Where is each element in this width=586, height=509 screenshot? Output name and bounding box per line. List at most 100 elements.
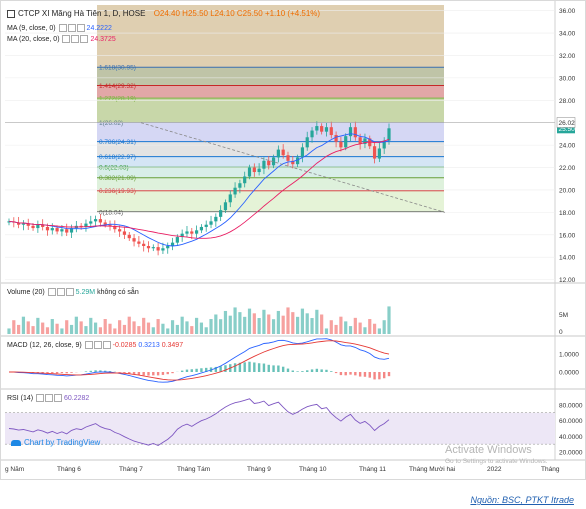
close-icon[interactable] [76, 24, 85, 32]
volume-bar [228, 315, 232, 334]
volume-bar [233, 307, 237, 334]
eye-icon[interactable] [58, 24, 67, 32]
candle-body [214, 216, 218, 222]
candle-body [50, 228, 54, 231]
macd-histogram-bar [248, 361, 251, 372]
time-axis-label: Tháng 11 [359, 466, 386, 473]
candle-body [209, 221, 213, 225]
price-tick-label: 12.00 [559, 277, 576, 284]
volume-bar [55, 323, 59, 334]
volume-bar [74, 316, 78, 334]
macd-label: MACD (12, 26, close, 9) [7, 341, 82, 349]
volume-bar [324, 328, 329, 334]
ohlc-low: L24.10 [210, 9, 235, 18]
candle-body [65, 229, 69, 233]
eye-icon[interactable] [36, 394, 45, 402]
ma20-legend[interactable]: MA (20, close, 0) 24.3725 [7, 35, 116, 43]
volume-axis-label: 5M [559, 312, 568, 319]
macd-histogram-bar [368, 372, 371, 378]
macd-histogram-bar [291, 370, 294, 372]
volume-bar [79, 321, 83, 334]
macd-histogram-bar [185, 369, 189, 372]
volume-bar [156, 319, 160, 334]
eye-icon[interactable] [84, 341, 93, 349]
fib-level-label: 1.414(29.32) [99, 83, 136, 90]
candle-body [300, 147, 305, 158]
close-icon[interactable] [102, 341, 111, 349]
source-caption[interactable]: Nguồn: BSC, PTKT Itrade [470, 495, 574, 505]
ma9-legend[interactable]: MA (9, close, 0) 24.2222 [7, 24, 112, 32]
chart-canvas[interactable]: 1.618(30.95) 1.414(29.32) 1.272(28.19) 1(26… [1, 1, 585, 479]
tradingview-logo-icon [11, 439, 21, 446]
price-tick-label: 16.00 [559, 232, 576, 239]
volume-bar [69, 324, 74, 334]
volume-bar [281, 315, 285, 334]
fib-level-label: 1(26.02) [99, 120, 123, 127]
volume-bar [329, 320, 333, 334]
volume-legend[interactable]: Volume (20) 5.29M không có sẵn [7, 288, 139, 296]
settings-icon[interactable] [71, 35, 80, 43]
tradingview-watermark[interactable]: Chart by TradingView [11, 438, 100, 447]
volume-bar [305, 313, 309, 334]
macd-histogram-bar [286, 368, 290, 372]
eye-icon[interactable] [62, 35, 71, 43]
candle-body [156, 247, 160, 251]
chart-frame[interactable]: 1.618(30.95) 1.414(29.32) 1.272(28.19) 1(26… [0, 0, 586, 480]
volume-bar [199, 322, 204, 334]
watermark-text: Chart by TradingView [24, 438, 101, 447]
candle-body [329, 127, 333, 136]
macd-histogram-bar [277, 365, 280, 372]
volume-bar [348, 326, 353, 334]
collapse-icon[interactable] [7, 9, 15, 18]
volume-bar [194, 317, 199, 334]
macd-histogram-bar [363, 372, 367, 377]
fib-zone [97, 85, 444, 99]
macd-histogram-bar [267, 364, 270, 372]
close-icon[interactable] [80, 35, 89, 43]
close-icon[interactable] [54, 394, 63, 402]
candle-body [199, 226, 204, 231]
eye-icon[interactable] [47, 288, 56, 296]
close-icon[interactable] [65, 288, 74, 296]
rsi-axis-label: 80.0000 [559, 402, 583, 409]
fib-level-label: 1.272(28.19) [99, 96, 136, 103]
ma9-value: 24.2222 [86, 24, 112, 32]
fib-zone [97, 122, 444, 142]
candle-body [276, 149, 280, 158]
fib-zone [97, 156, 444, 168]
macd-histogram-bar [306, 370, 309, 372]
candle-body [315, 126, 319, 131]
volume-bar [358, 322, 362, 334]
symbol-header: CTCP XI Măng Hà Tiên 1, D, HOSE O24.40 H… [7, 9, 320, 18]
candle-body [377, 148, 381, 159]
candle-body [267, 160, 271, 166]
fib-zone [97, 98, 444, 123]
macd-histogram-bar [152, 372, 155, 376]
price-tick-label: 30.00 [559, 75, 576, 82]
volume-bar [190, 326, 194, 334]
macd-histogram-bar [89, 370, 92, 372]
macd-legend[interactable]: MACD (12, 26, close, 9) -0.0285 0.3213 0… [7, 341, 183, 349]
candle-body [98, 219, 102, 223]
macd-histogram-bar [224, 365, 227, 372]
volume-bar [353, 317, 357, 334]
volume-bar [185, 321, 189, 334]
settings-icon[interactable] [56, 288, 65, 296]
candle-body [252, 167, 256, 173]
volume-bar [204, 327, 208, 334]
candle-body [334, 135, 338, 142]
time-axis-label: Tháng [541, 466, 560, 473]
settings-icon[interactable] [45, 394, 54, 402]
rsi-legend[interactable]: RSI (14) 60.2282 [7, 394, 89, 402]
candle-body [142, 243, 146, 247]
candle-body [118, 229, 122, 232]
settings-icon[interactable] [67, 24, 76, 32]
candle-body [339, 141, 343, 148]
volume-bar [89, 317, 93, 334]
volume-bar [223, 310, 228, 334]
settings-icon[interactable] [93, 341, 102, 349]
macd-histogram-bar [334, 372, 338, 374]
volume-bar [142, 317, 146, 334]
candle-body [55, 228, 59, 232]
volume-bar [175, 324, 179, 334]
